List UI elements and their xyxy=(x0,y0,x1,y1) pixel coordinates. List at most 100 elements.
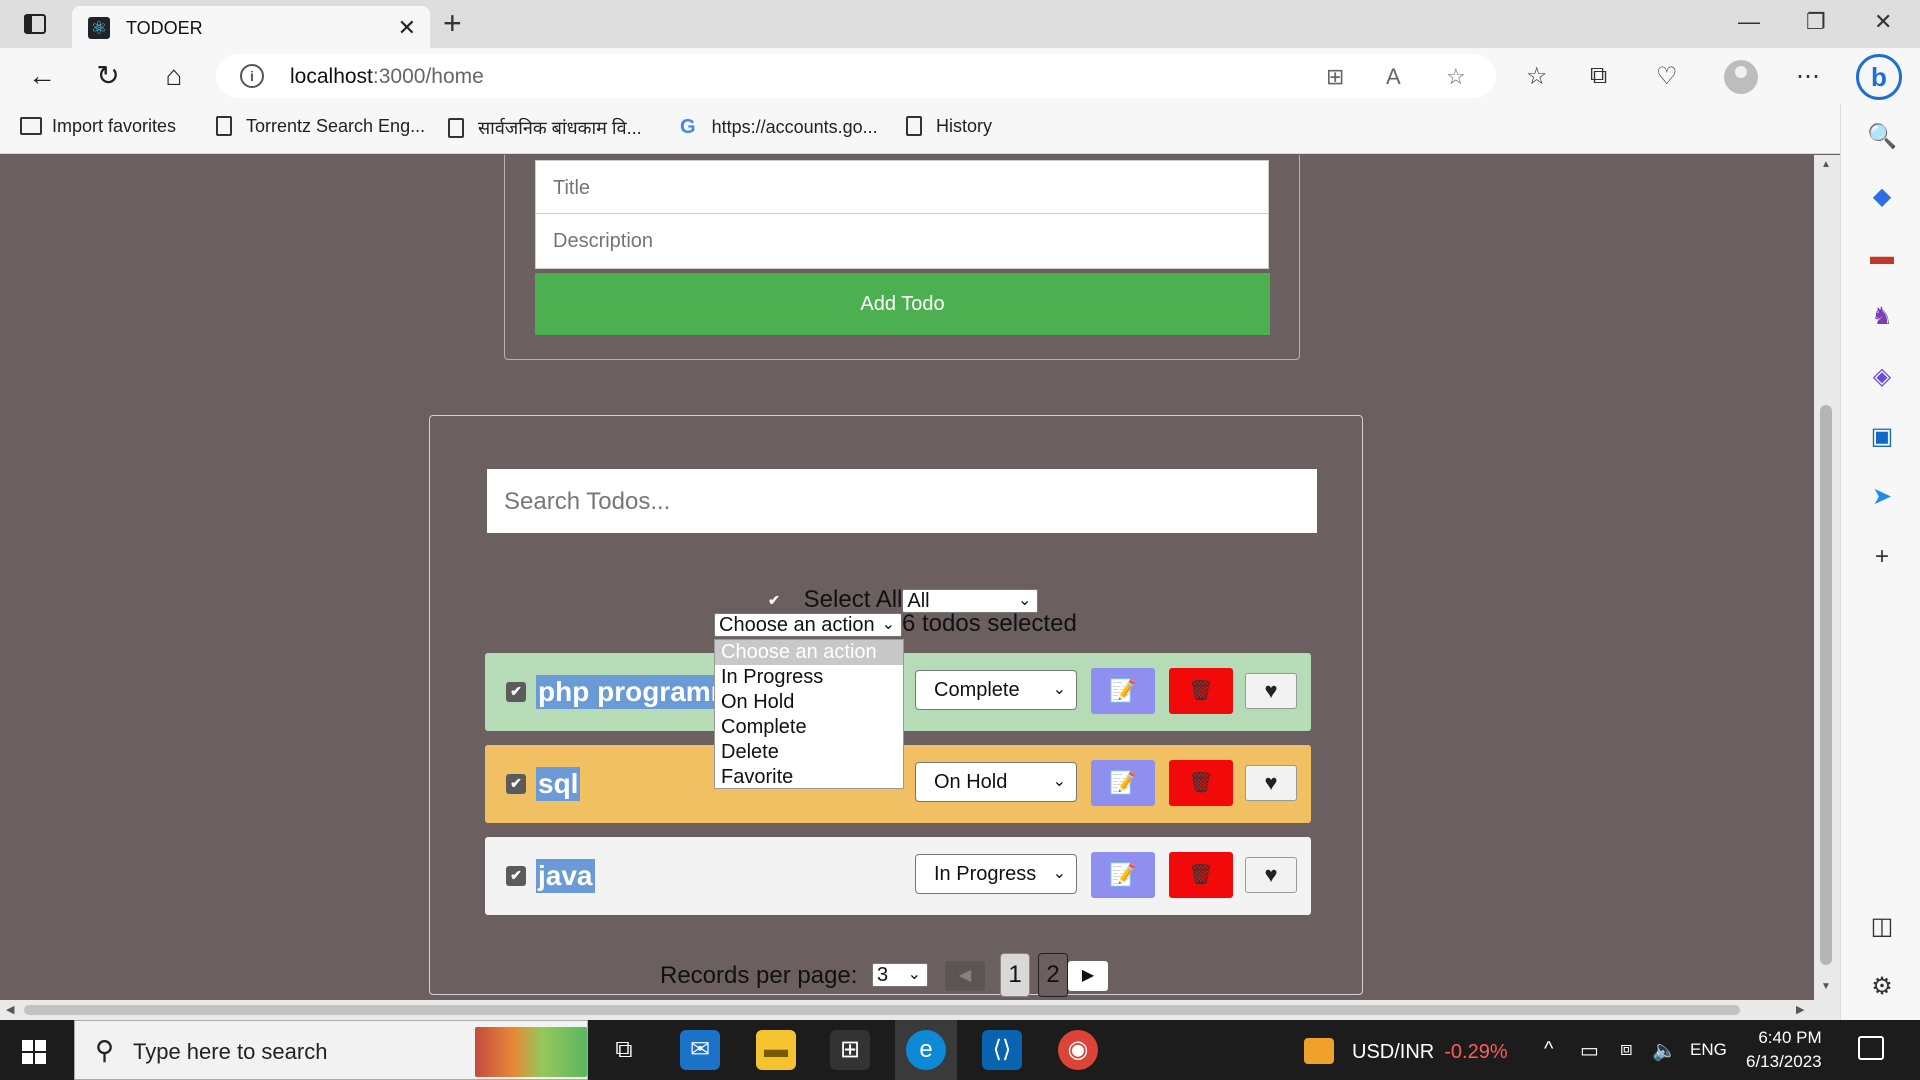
drop-send-icon[interactable]: ➤ xyxy=(1867,482,1897,512)
add-todo-button[interactable]: Add Todo xyxy=(535,273,1270,335)
select-all-checkbox[interactable]: ✔ xyxy=(765,591,783,609)
option-complete[interactable]: Complete xyxy=(715,715,903,740)
window-close-icon[interactable]: ✕ xyxy=(1874,9,1892,35)
collections-icon[interactable]: ⧉ xyxy=(1590,62,1607,90)
bookmark-torrentz[interactable]: Torrentz Search Eng... xyxy=(216,116,425,137)
volume-icon[interactable]: 🔈 xyxy=(1652,1038,1677,1063)
previous-page-button[interactable]: ◀ xyxy=(945,961,985,991)
browser-essentials-icon[interactable]: ♡ xyxy=(1656,62,1678,91)
tab-actions-button[interactable] xyxy=(14,11,54,37)
todo-checkbox[interactable]: ✔ xyxy=(506,774,526,794)
tab-close-icon[interactable]: ✕ xyxy=(398,15,416,41)
edit-button[interactable]: 📝 xyxy=(1091,852,1155,898)
scroll-left-icon[interactable]: ◀ xyxy=(6,1003,14,1016)
records-per-page-select[interactable]: 3 ⌄ xyxy=(872,963,928,987)
add-favorite-star-icon[interactable]: ☆ xyxy=(1446,64,1466,90)
todo-status-select[interactable]: Complete ⌄ xyxy=(915,670,1077,710)
outlook-icon[interactable]: ▣ xyxy=(1867,422,1897,452)
todo-status-select[interactable]: In Progress ⌄ xyxy=(915,854,1077,894)
mail-icon[interactable]: ✉ xyxy=(680,1030,720,1070)
horizontal-scrollbar[interactable]: ◀ ▶ xyxy=(0,1000,1840,1020)
home-icon[interactable]: ⌂ xyxy=(156,58,192,94)
tools-icon[interactable]: ▬ xyxy=(1867,242,1897,272)
edge-browser-icon[interactable]: e xyxy=(906,1030,946,1070)
bookmark-history[interactable]: History xyxy=(906,116,992,137)
todo-checkbox[interactable]: ✔ xyxy=(506,866,526,886)
scroll-thumb[interactable] xyxy=(24,1005,1740,1015)
description-input[interactable] xyxy=(535,213,1269,269)
taskbar-search-box[interactable]: ⚲ Type here to search xyxy=(74,1020,588,1080)
search-todos-input[interactable]: Search Todos... xyxy=(487,469,1317,533)
profile-avatar[interactable] xyxy=(1724,60,1758,94)
new-tab-button[interactable]: + xyxy=(443,5,462,42)
microsoft-store-icon[interactable]: ⊞ xyxy=(830,1030,870,1070)
delete-button[interactable]: 🗑 xyxy=(1169,852,1233,898)
edge-sidebar: 🔍 ◆ ▬ ♞ ◈ ▣ ➤ + ◫ ⚙ xyxy=(1840,104,1920,1020)
url-field[interactable]: i localhost:3000/home ⊞ A ☆ xyxy=(216,54,1496,98)
shopping-tag-icon[interactable]: ◆ xyxy=(1867,182,1897,212)
option-choose-action[interactable]: Choose an action xyxy=(715,640,903,665)
search-icon[interactable]: 🔍 xyxy=(1867,122,1897,152)
task-view-icon[interactable]: ⧉ xyxy=(604,1030,644,1070)
restore-icon[interactable]: ❐ xyxy=(1806,9,1826,35)
favorite-button[interactable]: ♥ xyxy=(1245,673,1297,709)
search-icon: ⚲ xyxy=(95,1035,115,1065)
file-explorer-icon[interactable]: ▬ xyxy=(756,1030,796,1070)
add-sidebar-app-icon[interactable]: + xyxy=(1867,542,1897,572)
vertical-scrollbar[interactable]: ▲ ▼ xyxy=(1814,155,1840,1000)
scroll-right-icon[interactable]: ▶ xyxy=(1796,1003,1804,1016)
system-clock[interactable]: 6:40 PM 6/13/2023 xyxy=(1746,1026,1822,1074)
page-2-button[interactable]: 2 xyxy=(1038,953,1068,997)
title-input[interactable] xyxy=(535,160,1269,216)
bookmark-sarvajanik[interactable]: सार्वजनिक बांधकाम वि... xyxy=(448,116,642,140)
favorite-button[interactable]: ♥ xyxy=(1245,765,1297,801)
hidden-icons-chevron-icon[interactable]: ^ xyxy=(1544,1038,1553,1061)
app-available-icon[interactable]: ⊞ xyxy=(1326,64,1344,90)
windows-start-icon[interactable] xyxy=(22,1040,46,1064)
stock-ticker-widget[interactable]: USD/INR -0.29% xyxy=(1304,1038,1508,1064)
option-on-hold[interactable]: On Hold xyxy=(715,690,903,715)
option-delete[interactable]: Delete xyxy=(715,740,903,765)
site-info-icon[interactable]: i xyxy=(240,64,264,88)
vscode-icon[interactable]: ⟨⟩ xyxy=(982,1030,1022,1070)
battery-icon[interactable]: ▭ xyxy=(1580,1038,1599,1063)
settings-gear-icon[interactable]: ⚙ xyxy=(1867,972,1897,1002)
network-icon[interactable]: ⧈ xyxy=(1620,1038,1633,1061)
import-icon xyxy=(20,117,42,135)
todo-status-select[interactable]: On Hold ⌄ xyxy=(915,762,1077,802)
back-icon[interactable]: ← xyxy=(24,58,60,94)
refresh-icon[interactable]: ↻ xyxy=(90,58,126,94)
bulk-action-select[interactable]: Choose an action ⌄ xyxy=(714,613,902,637)
scroll-up-icon[interactable]: ▲ xyxy=(1821,159,1831,170)
notification-icon[interactable] xyxy=(1858,1036,1884,1060)
split-panel-icon[interactable]: ◫ xyxy=(1867,912,1897,942)
microsoft-365-icon[interactable]: ◈ xyxy=(1867,362,1897,392)
edit-button[interactable]: 📝 xyxy=(1091,668,1155,714)
heart-icon: ♥ xyxy=(1264,862,1278,887)
delete-button[interactable]: 🗑 xyxy=(1169,668,1233,714)
todo-title: java xyxy=(536,859,595,893)
records-per-page-label: Records per page: xyxy=(660,962,858,989)
edit-button[interactable]: 📝 xyxy=(1091,760,1155,806)
more-options-icon[interactable]: ⋯ xyxy=(1796,62,1820,91)
games-icon[interactable]: ♞ xyxy=(1867,302,1897,332)
option-in-progress[interactable]: In Progress xyxy=(715,665,903,690)
minimize-icon[interactable]: — xyxy=(1738,9,1760,35)
todo-checkbox[interactable]: ✔ xyxy=(506,682,526,702)
favorite-button[interactable]: ♥ xyxy=(1245,857,1297,893)
scroll-thumb[interactable] xyxy=(1820,405,1832,965)
bing-chat-icon[interactable]: b xyxy=(1856,54,1902,100)
bookmark-google-accounts[interactable]: Ghttps://accounts.go... xyxy=(680,116,878,139)
active-tab[interactable]: ⚛ TODOER ✕ xyxy=(72,6,430,48)
bookmark-import-favorites[interactable]: Import favorites xyxy=(20,116,176,137)
delete-button[interactable]: 🗑 xyxy=(1169,760,1233,806)
option-favorite[interactable]: Favorite xyxy=(715,765,903,790)
chrome-icon[interactable]: ◉ xyxy=(1058,1030,1098,1070)
language-indicator[interactable]: ENG xyxy=(1690,1040,1727,1060)
chevron-down-icon: ⌄ xyxy=(881,616,895,633)
read-aloud-icon[interactable]: A xyxy=(1386,64,1401,90)
page-1-button[interactable]: 1 xyxy=(1000,953,1030,997)
scroll-down-icon[interactable]: ▼ xyxy=(1821,981,1831,992)
next-page-button[interactable]: ▶ xyxy=(1068,961,1108,991)
favorites-icon[interactable]: ☆ xyxy=(1526,62,1548,91)
